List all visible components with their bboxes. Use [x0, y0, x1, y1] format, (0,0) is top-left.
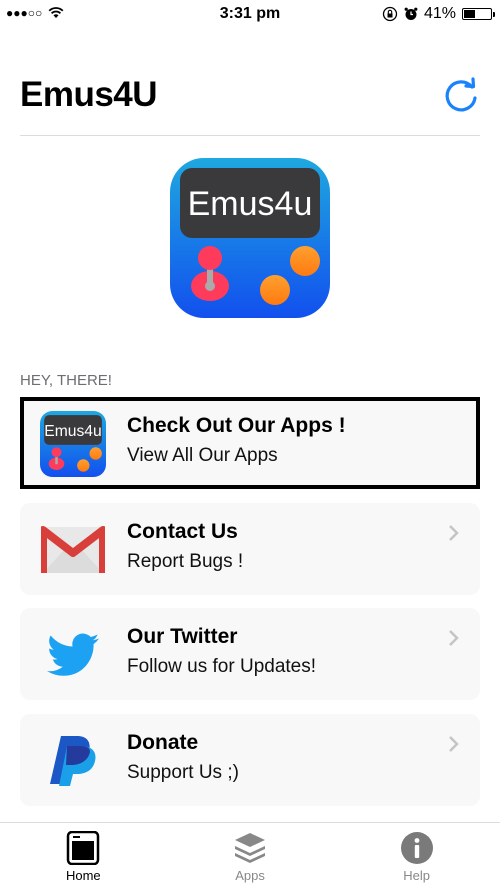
check-out-apps-item[interactable]: Emus4u Check Out Our Apps ! View All Our… — [20, 397, 480, 489]
card-logo-text: Emus4u — [44, 423, 101, 440]
battery-icon — [462, 8, 495, 20]
item-subtitle: View All Our Apps — [127, 445, 278, 466]
item-subtitle: Report Bugs ! — [127, 551, 244, 572]
item-title: Donate — [127, 731, 199, 754]
alarm-icon — [404, 7, 418, 20]
contact-us-item[interactable]: Contact Us Report Bugs ! — [20, 503, 480, 595]
item-title: Check Out Our Apps ! — [127, 414, 346, 437]
header: Emus4U — [20, 72, 480, 136]
rotation-lock-icon — [382, 6, 398, 22]
twitter-icon — [47, 633, 99, 676]
tab-apps[interactable]: Apps — [167, 823, 334, 889]
twitter-item[interactable]: Our Twitter Follow us for Updates! — [20, 608, 480, 700]
app-logo: Emus4u — [170, 158, 330, 318]
donate-item[interactable]: Donate Support Us ;) — [20, 714, 480, 806]
page-title: Emus4U — [20, 75, 158, 114]
refresh-icon[interactable] — [442, 76, 480, 114]
gmail-icon — [41, 526, 105, 573]
status-bar: ●●●○○ 3:31 pm 41% — [0, 0, 500, 30]
battery-percent: 41% — [423, 5, 456, 22]
item-subtitle: Support Us ;) — [127, 762, 239, 783]
hero-logo-text: Emus4u — [188, 185, 313, 223]
chevron-right-icon — [449, 630, 459, 646]
chevron-right-icon — [449, 525, 459, 541]
chevron-right-icon — [449, 736, 459, 752]
tab-label: Home — [65, 868, 101, 883]
emus4u-logo-icon: Emus4u — [40, 411, 106, 477]
paypal-icon — [50, 736, 96, 786]
tab-bar: Home Apps Help — [0, 822, 500, 889]
tab-label: Apps — [235, 868, 265, 883]
tab-help[interactable]: Help — [333, 823, 500, 889]
tab-label: Help — [403, 868, 431, 883]
item-title: Contact Us — [127, 520, 238, 543]
layers-icon — [235, 833, 265, 863]
home-icon — [67, 831, 100, 865]
tab-home[interactable]: Home — [0, 823, 167, 889]
item-subtitle: Follow us for Updates! — [127, 656, 317, 677]
item-title: Our Twitter — [127, 625, 238, 648]
section-label: HEY, THERE! — [20, 372, 112, 389]
info-icon — [400, 832, 433, 864]
